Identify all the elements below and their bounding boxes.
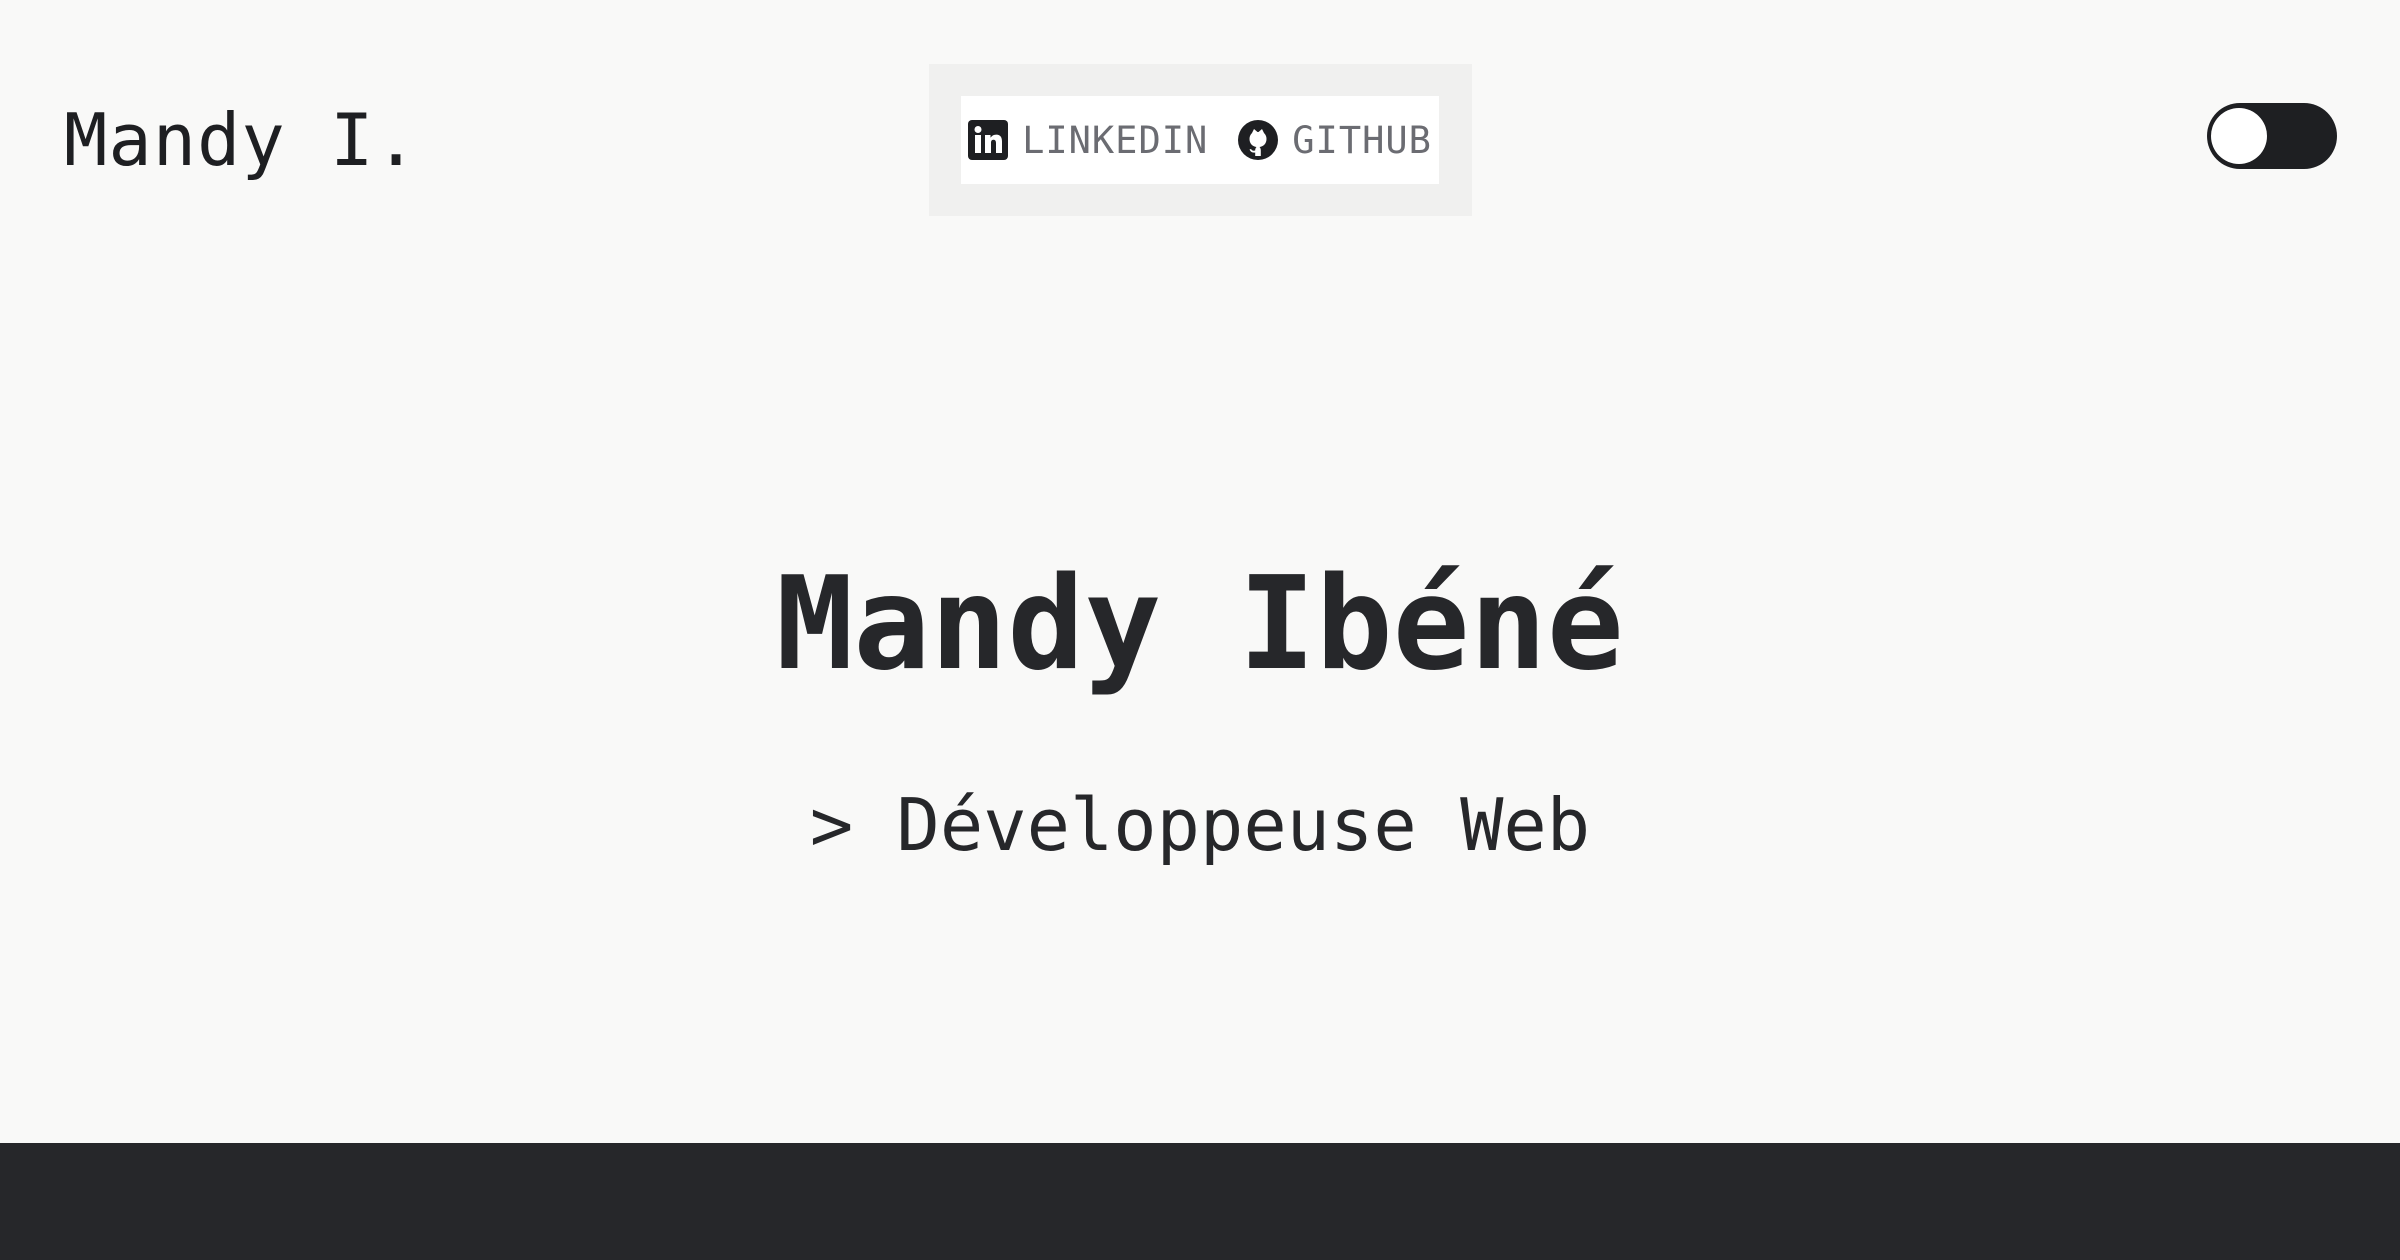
linkedin-link[interactable]: LINKEDIN <box>968 119 1208 162</box>
github-link[interactable]: GITHUB <box>1238 119 1432 162</box>
github-icon <box>1238 120 1279 160</box>
social-links-bar: LINKEDIN GITHUB <box>961 96 1439 184</box>
page: Mandy I. LINKEDIN GITHUB Mandy Ibéné > D… <box>0 0 2400 1260</box>
linkedin-label: LINKEDIN <box>1022 118 1209 162</box>
footer-band <box>0 1143 2400 1260</box>
social-links-container: LINKEDIN GITHUB <box>929 64 1472 216</box>
hero-name: Mandy Ibéné <box>776 550 1624 699</box>
github-label: GITHUB <box>1292 118 1432 162</box>
theme-toggle[interactable] <box>2207 103 2337 169</box>
linkedin-icon <box>968 120 1009 160</box>
site-logo[interactable]: Mandy I. <box>64 95 419 185</box>
hero-role: > Développeuse Web <box>809 783 1591 867</box>
theme-toggle-knob <box>2211 108 2267 164</box>
